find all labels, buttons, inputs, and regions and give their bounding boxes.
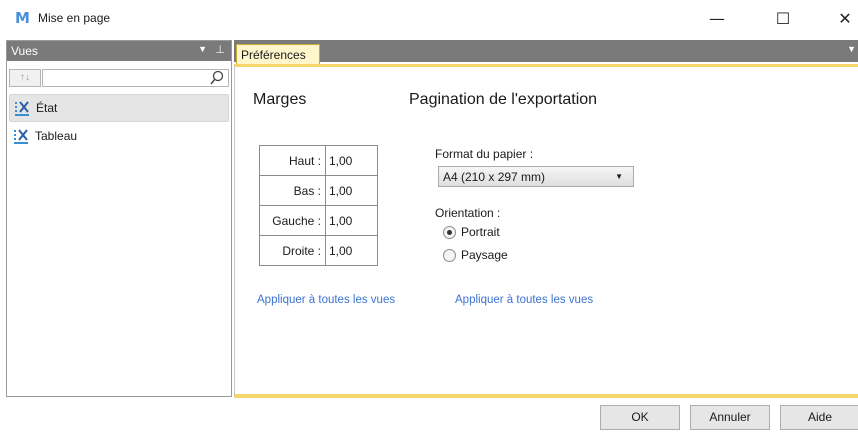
margin-left-label: Gauche :	[259, 205, 326, 236]
tab-preferences[interactable]: Préférences	[236, 44, 320, 66]
portrait-radio[interactable]	[443, 225, 456, 239]
minimize-button[interactable]: —	[694, 0, 740, 36]
list-item-tableau[interactable]: Tableau	[9, 122, 229, 150]
tab-strip: ▼	[234, 40, 858, 62]
margin-top-label: Haut :	[259, 145, 326, 176]
list-item-etat[interactable]: État	[9, 94, 229, 122]
tab-list-chevron-down-icon[interactable]: ▼	[847, 44, 856, 54]
margin-right-field[interactable]: 1,00	[325, 235, 378, 266]
panel-menu-chevron-down-icon[interactable]: ▼	[198, 44, 207, 54]
title-bar: M Mise en page — ☐ ✕	[0, 0, 858, 36]
margin-top-field[interactable]: 1,00	[325, 145, 378, 176]
views-panel-title: Vues	[11, 44, 38, 58]
margin-bottom-field[interactable]: 1,00	[325, 175, 378, 206]
list-item-label: État	[36, 101, 58, 115]
views-panel: Vues ▼ ⊥ ↑↓ État Tableau	[6, 40, 232, 397]
report-icon	[15, 100, 29, 116]
landscape-label: Paysage	[461, 248, 508, 262]
window-title: Mise en page	[38, 11, 111, 25]
views-panel-header: Vues ▼ ⊥	[7, 41, 231, 61]
help-button[interactable]: Aide	[780, 405, 858, 430]
search-icon[interactable]	[210, 70, 224, 86]
search-row: ↑↓	[9, 68, 229, 88]
orientation-landscape-option[interactable]: Paysage	[443, 248, 508, 262]
margin-right-label: Droite :	[259, 235, 326, 266]
search-input[interactable]	[42, 69, 229, 87]
sort-button[interactable]: ↑↓	[9, 69, 41, 87]
views-list: État Tableau	[9, 94, 229, 150]
close-button[interactable]: ✕	[822, 0, 858, 36]
paper-format-value: A4 (210 x 297 mm)	[443, 170, 546, 184]
paper-format-label: Format du papier :	[435, 147, 534, 161]
paper-format-select[interactable]: A4 (210 x 297 mm) ▼	[438, 166, 634, 187]
list-item-label: Tableau	[35, 129, 78, 143]
maximize-button[interactable]: ☐	[760, 0, 806, 36]
preferences-content: Marges Pagination de l'exportation Haut …	[234, 64, 858, 398]
cancel-button[interactable]: Annuler	[690, 405, 770, 430]
pin-icon[interactable]: ⊥	[215, 43, 225, 56]
orientation-portrait-option[interactable]: Portrait	[443, 225, 500, 239]
landscape-radio[interactable]	[443, 248, 456, 262]
ok-button[interactable]: OK	[600, 405, 680, 430]
margins-table: Haut : 1,00 Bas : 1,00 Gauche : 1,00 Dro…	[259, 145, 378, 266]
portrait-label: Portrait	[461, 225, 500, 239]
app-logo-icon: M	[15, 9, 30, 27]
apply-margins-link[interactable]: Appliquer à toutes les vues	[257, 294, 395, 306]
apply-pagination-link[interactable]: Appliquer à toutes les vues	[455, 294, 593, 306]
orientation-label: Orientation :	[435, 206, 501, 220]
margins-title: Marges	[253, 91, 307, 108]
margin-left-field[interactable]: 1,00	[325, 205, 378, 236]
pagination-title: Pagination de l'exportation	[409, 91, 598, 108]
report-icon	[14, 128, 28, 144]
chevron-down-icon: ▼	[615, 172, 623, 181]
margin-bottom-label: Bas :	[259, 175, 326, 206]
